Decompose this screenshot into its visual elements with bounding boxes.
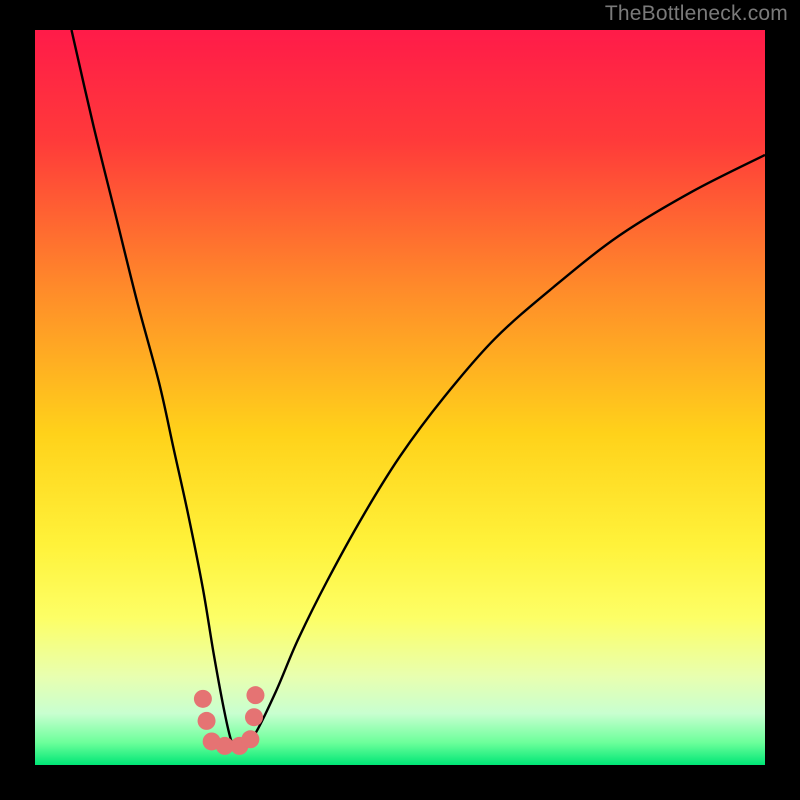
marker-dot xyxy=(245,708,263,726)
chart-background xyxy=(35,30,765,765)
marker-dot xyxy=(198,712,216,730)
chart-svg xyxy=(35,30,765,765)
chart-frame: TheBottleneck.com xyxy=(0,0,800,800)
marker-dot xyxy=(246,686,264,704)
marker-dot xyxy=(241,730,259,748)
chart-plot-area xyxy=(35,30,765,765)
marker-dot xyxy=(194,690,212,708)
watermark-text: TheBottleneck.com xyxy=(605,2,788,26)
